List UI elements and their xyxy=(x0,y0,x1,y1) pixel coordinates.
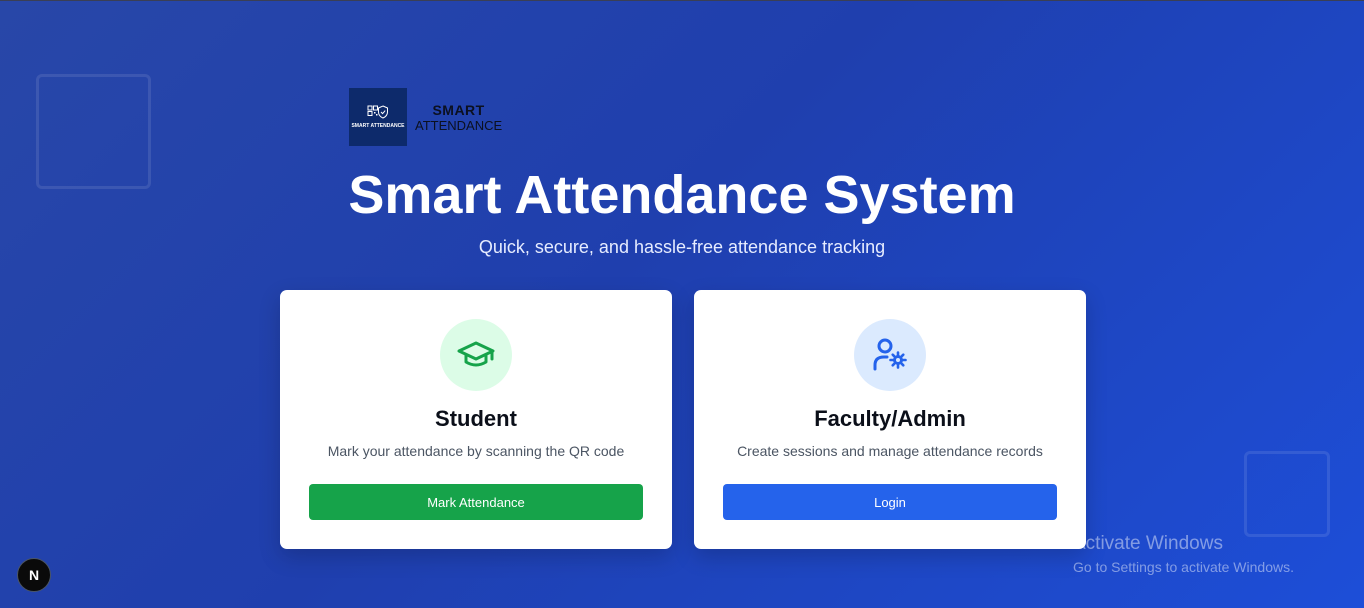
decorative-square xyxy=(1244,451,1330,537)
brand-name-line1: SMART xyxy=(432,101,485,118)
student-card-title: Student xyxy=(435,406,517,431)
brand-name-line2: ATTENDANCE xyxy=(415,117,503,133)
brand-logo: SMART ATTENDANCE xyxy=(349,88,407,146)
logo-text: SMART ATTENDANCE xyxy=(351,123,405,129)
qr-shield-icon xyxy=(367,105,388,119)
mark-attendance-button[interactable]: Mark Attendance xyxy=(309,484,643,520)
brand: SMART ATTENDANCE SMART ATTENDANCE xyxy=(349,88,502,146)
nextjs-dev-badge[interactable]: N xyxy=(17,558,51,592)
page-subtitle: Quick, secure, and hassle-free attendanc… xyxy=(478,237,886,257)
user-gear-icon xyxy=(873,338,907,371)
graduation-cap-icon xyxy=(457,341,495,367)
student-card: Student Mark your attendance by scanning… xyxy=(280,290,672,549)
student-icon-circle xyxy=(440,319,512,391)
watermark-subtitle: Go to Settings to activate Windows. xyxy=(1073,559,1294,575)
faculty-admin-card-title: Faculty/Admin xyxy=(814,406,966,431)
faculty-admin-card-description: Create sessions and manage attendance re… xyxy=(737,443,1043,459)
page-title: Smart Attendance System xyxy=(348,165,1016,225)
student-card-description: Mark your attendance by scanning the QR … xyxy=(327,443,625,459)
login-button[interactable]: Login xyxy=(723,484,1057,520)
brand-name: SMART ATTENDANCE xyxy=(415,102,502,133)
faculty-admin-card: Faculty/Admin Create sessions and manage… xyxy=(694,290,1086,549)
windows-activation-watermark: Activate Windows Go to Settings to activ… xyxy=(1073,533,1294,577)
watermark-title: Activate Windows xyxy=(1073,533,1223,554)
admin-icon-circle xyxy=(854,319,926,391)
